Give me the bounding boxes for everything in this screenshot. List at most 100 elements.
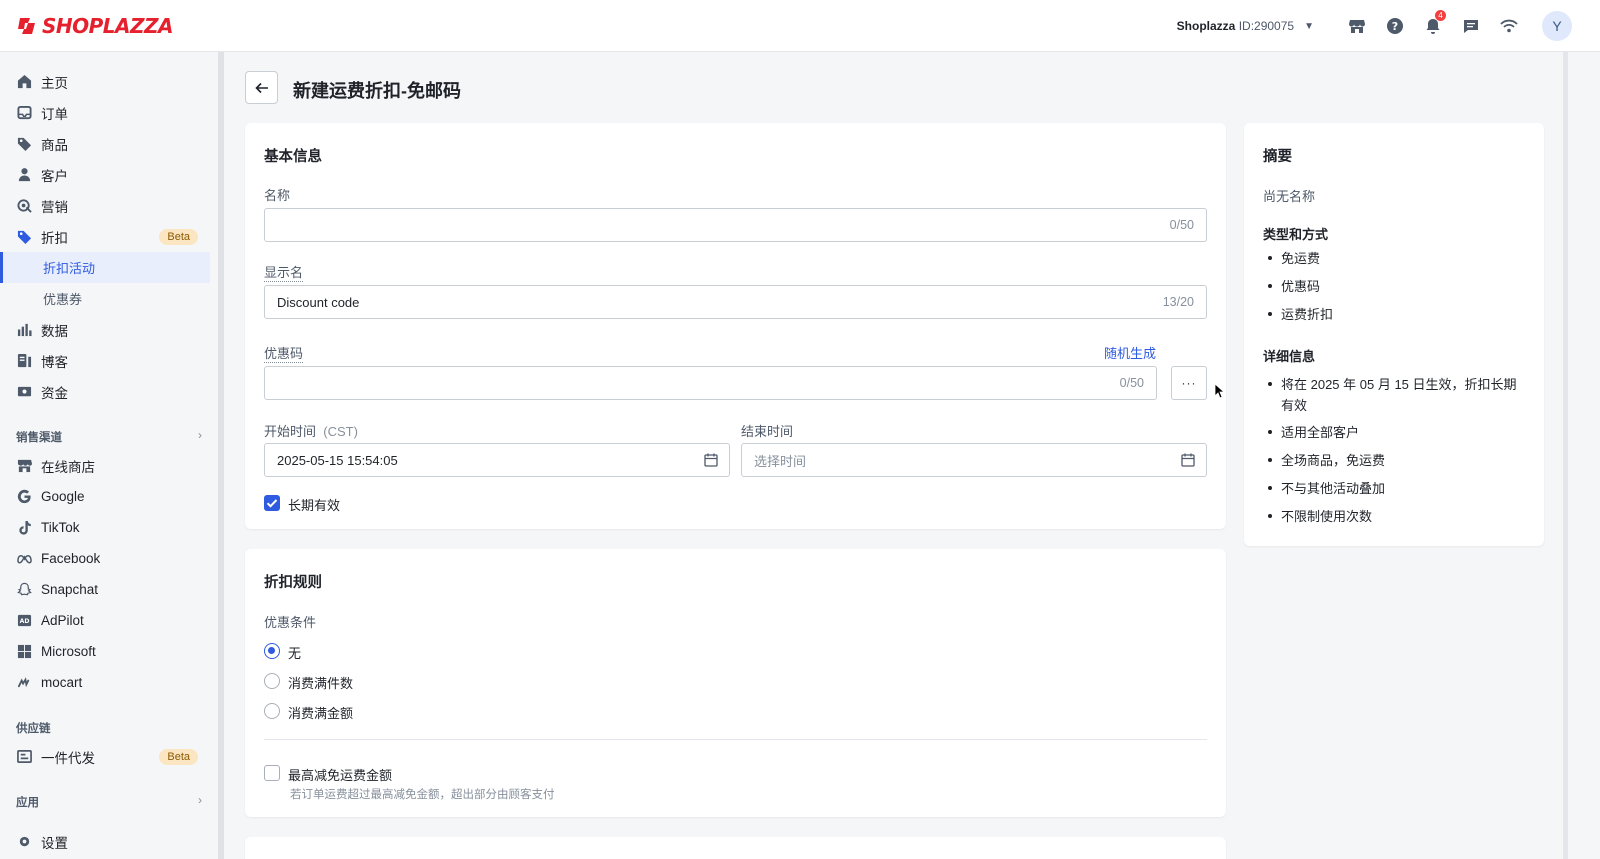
long-term-label: 长期有效	[288, 498, 341, 513]
basic-info-title: 基本信息	[264, 149, 322, 165]
sidebar: 主页 订单 商品 客户 营销 折扣 Beta 折扣活动 优惠券 数据 博客 资金…	[0, 52, 218, 859]
sidebar-item-label: mocart	[41, 675, 83, 690]
discount-code-input[interactable]: 0/50	[264, 366, 1157, 400]
store-switcher[interactable]: Shoplazza ID:290075 ▼	[1177, 19, 1314, 33]
sidebar-item-products[interactable]: 商品	[0, 128, 210, 159]
end-time-placeholder: 选择时间	[754, 453, 807, 469]
chevron-right-icon[interactable]: ›	[198, 428, 202, 442]
condition-min-quantity-label: 消费满件数	[288, 676, 354, 691]
condition-label: 优惠条件	[264, 615, 317, 630]
sidebar-subitem-coupons[interactable]: 优惠券	[0, 283, 210, 314]
sidebar-item-label: 一件代发	[41, 750, 95, 766]
caret-down-icon: ▼	[1304, 20, 1314, 32]
sales-channel-title: 销售渠道	[16, 432, 62, 444]
home-icon	[16, 74, 32, 90]
discount-icon	[16, 229, 32, 245]
sidebar-item-home[interactable]: 主页	[0, 66, 210, 97]
sidebar-item-label: Microsoft	[41, 644, 96, 659]
snapchat-icon	[16, 582, 32, 598]
blog-icon	[16, 353, 32, 369]
adpilot-icon: AD	[16, 613, 32, 629]
sidebar-item-marketing[interactable]: 营销	[0, 190, 210, 221]
tiktok-icon	[16, 520, 32, 536]
check-icon	[266, 499, 278, 508]
shoplazza-logo-icon	[18, 17, 35, 34]
summary-no-name: 尚无名称	[1263, 189, 1316, 204]
sidebar-item-funds[interactable]: 资金	[0, 376, 210, 407]
long-term-checkbox[interactable]	[264, 495, 280, 511]
display-name-label: 显示名	[264, 262, 304, 282]
start-time-picker[interactable]: 2025-05-15 15:54:05	[264, 443, 730, 477]
sidebar-item-discounts[interactable]: 折扣 Beta	[0, 221, 210, 252]
sidebar-item-tiktok[interactable]: TikTok	[0, 512, 210, 543]
sidebar-item-label: 设置	[41, 835, 68, 851]
condition-min-amount-radio[interactable]	[264, 703, 280, 719]
arrow-left-icon	[254, 82, 268, 93]
back-button[interactable]	[245, 71, 278, 104]
sidebar-item-label: 主页	[41, 75, 68, 91]
sidebar-item-online-store[interactable]: 在线商店	[0, 450, 210, 481]
funds-icon	[16, 384, 32, 400]
dropship-icon	[16, 749, 32, 765]
sidebar-item-settings[interactable]: 设置	[0, 826, 210, 857]
summary-type-item: 免运费	[1263, 248, 1523, 269]
summary-detail-item: 不限制使用次数	[1263, 506, 1523, 527]
calendar-icon	[1181, 453, 1195, 467]
sidebar-item-microsoft[interactable]: Microsoft	[0, 636, 210, 667]
sidebar-item-label: Snapchat	[41, 582, 99, 597]
condition-none-label: 无	[288, 646, 302, 661]
shoplazza-logo[interactable]: SHOPLAZZA	[16, 14, 174, 38]
bell-icon[interactable]: 4	[1414, 0, 1452, 52]
start-time-value: 2025-05-15 15:54:05	[277, 452, 398, 468]
sidebar-item-orders[interactable]: 订单	[0, 97, 210, 128]
summary-type-item: 运费折扣	[1263, 304, 1523, 325]
end-time-picker[interactable]: 选择时间	[741, 443, 1207, 477]
sidebar-item-label: 资金	[41, 385, 68, 401]
store-icon[interactable]	[1338, 0, 1376, 52]
condition-min-amount-label: 消费满金额	[288, 706, 354, 721]
sidebar-item-mocart[interactable]: mocart	[0, 667, 210, 698]
display-name-input[interactable]: Discount code 13/20	[264, 285, 1207, 319]
avatar[interactable]: Y	[1542, 11, 1572, 41]
summary-type-title: 类型和方式	[1263, 227, 1329, 242]
sidebar-item-google[interactable]: Google	[0, 481, 210, 512]
sidebar-item-customers[interactable]: 客户	[0, 159, 210, 190]
chat-icon[interactable]	[1452, 0, 1490, 52]
page-title: 新建运费折扣-免邮码	[293, 81, 461, 101]
discount-rules-title: 折扣规则	[264, 575, 322, 591]
notification-badge: 4	[1435, 10, 1446, 21]
sidebar-item-analytics[interactable]: 数据	[0, 314, 210, 345]
summary-title: 摘要	[1263, 149, 1292, 165]
sidebar-item-label: AdPilot	[41, 613, 84, 628]
sidebar-item-adpilot[interactable]: AD AdPilot	[0, 605, 210, 636]
random-generate-link[interactable]: 随机生成	[1104, 343, 1156, 362]
start-time-label: 开始时间 (CST)	[264, 421, 358, 440]
microsoft-icon	[16, 644, 32, 660]
condition-none-radio[interactable]	[264, 643, 280, 659]
sidebar-item-facebook[interactable]: Facebook	[0, 543, 210, 574]
help-icon[interactable]: ?	[1376, 0, 1414, 52]
chevron-right-icon[interactable]: ›	[198, 793, 202, 807]
sidebar-item-snapchat[interactable]: Snapchat	[0, 574, 210, 605]
discount-code-label: 优惠码	[264, 343, 304, 363]
max-shipping-label: 最高减免运费金额	[288, 768, 393, 783]
condition-min-quantity-radio[interactable]	[264, 673, 280, 689]
sidebar-item-blog[interactable]: 博客	[0, 345, 210, 376]
wifi-icon[interactable]	[1490, 0, 1528, 52]
end-time-label: 结束时间	[741, 424, 794, 439]
sidebar-subitem-discount-activities[interactable]: 折扣活动	[0, 252, 210, 283]
svg-text:AD: AD	[19, 618, 29, 625]
beta-badge: Beta	[159, 748, 198, 765]
main-scrollbar[interactable]	[1563, 52, 1568, 859]
more-options-button[interactable]: ···	[1171, 366, 1207, 400]
name-input[interactable]: 0/50	[264, 208, 1207, 242]
store-icon	[16, 458, 32, 474]
sidebar-scrollbar[interactable]	[218, 52, 224, 859]
meta-icon	[16, 551, 32, 567]
supply-chain-title: 供应链	[16, 723, 51, 735]
inbox-icon	[16, 105, 32, 121]
max-shipping-checkbox[interactable]	[264, 765, 280, 781]
apps-title: 应用	[16, 797, 39, 809]
sidebar-item-dropshipping[interactable]: 一件代发 Beta	[0, 741, 210, 772]
beta-badge: Beta	[159, 228, 198, 245]
